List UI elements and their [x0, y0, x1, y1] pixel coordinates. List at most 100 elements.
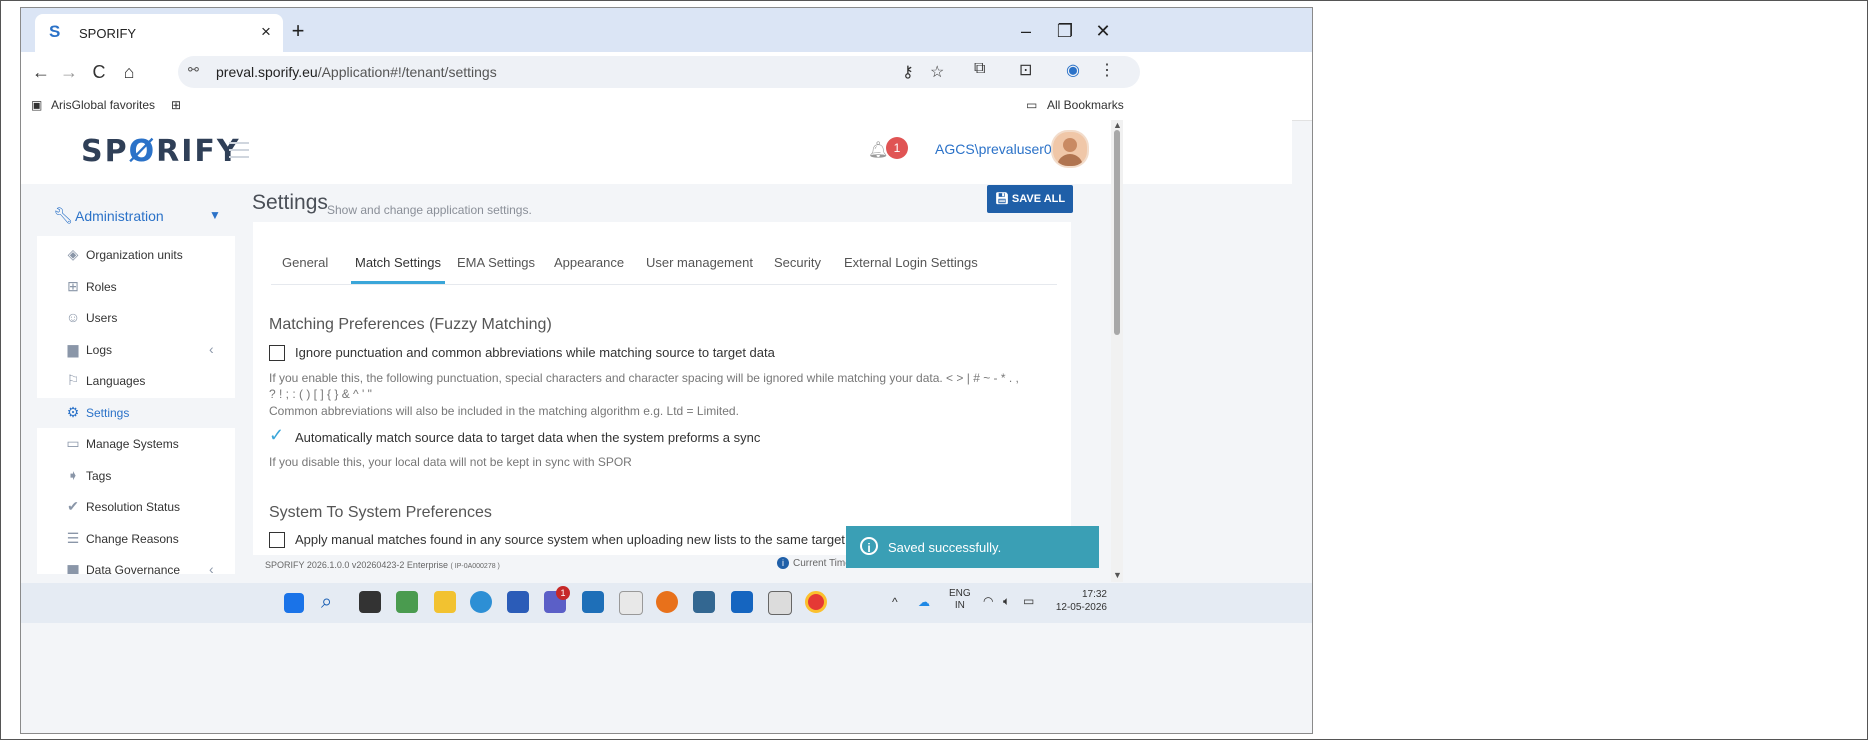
sidebar-section-label: Administration	[75, 208, 164, 224]
toast-notification[interactable]: i Saved successfully.	[846, 526, 1099, 568]
tab-security[interactable]: Security	[774, 242, 821, 284]
sidebar-item-logs[interactable]: ▆ Logs ‹	[37, 335, 235, 365]
settings-card: General Match Settings EMA Settings Appe…	[253, 222, 1071, 555]
onedrive-icon[interactable]: ☁	[918, 595, 930, 609]
app-orange-icon[interactable]	[656, 591, 678, 613]
scrollbar-thumb[interactable]	[1114, 130, 1120, 335]
auto-match-label: Automatically match source data to targe…	[295, 430, 761, 445]
tab-user-management[interactable]: User management	[646, 242, 753, 284]
sidebar-item-change-reasons[interactable]: ☰ Change Reasons	[37, 524, 235, 554]
extensions-icon[interactable]: ⧉	[974, 60, 985, 78]
ignore-punctuation-option[interactable]: Ignore punctuation and common abbreviati…	[269, 343, 969, 365]
hamburger-menu-icon[interactable]	[229, 142, 249, 163]
chevron-left-icon[interactable]: ‹	[209, 561, 214, 574]
check-icon: ✔	[67, 498, 79, 514]
auto-match-option[interactable]: ✓ Automatically match source data to tar…	[269, 425, 969, 450]
sidebar-item-users[interactable]: ☺ Users	[37, 303, 235, 333]
sidebar-item-data-governance[interactable]: ▆ Data Governance ‹	[37, 555, 235, 574]
apply-manual-matches-checkbox[interactable]	[269, 532, 285, 548]
close-tab-icon[interactable]: ×	[255, 21, 277, 43]
search-icon[interactable]: ⌕	[321, 591, 343, 613]
sidebar-item-organization-units[interactable]: ◈ Organization units	[37, 240, 235, 270]
back-button[interactable]: ←	[27, 58, 55, 86]
tab-general[interactable]: General	[282, 242, 328, 284]
password-key-icon[interactable]: ⚷	[902, 62, 914, 82]
system-preferences-title: System To System Preferences	[269, 504, 492, 521]
chevron-left-icon[interactable]: ‹	[209, 341, 214, 357]
chevron-down-icon: ▼	[209, 208, 221, 222]
remote-desktop-icon[interactable]	[582, 591, 604, 613]
bookmark-star-icon[interactable]: ☆	[930, 62, 944, 82]
tab-appearance[interactable]: Appearance	[554, 242, 624, 284]
reading-list-icon[interactable]: ⊡	[1019, 60, 1032, 80]
site-info-icon[interactable]: ⚯	[188, 62, 199, 78]
user-name[interactable]: AGCS\prevaluser01	[935, 141, 1060, 157]
save-all-button[interactable]: 💾︎ SAVE ALL	[987, 185, 1073, 213]
sidebar-administration[interactable]: 🔧︎ Administration ▼	[37, 196, 235, 236]
teams-chat-icon[interactable]	[396, 591, 418, 613]
tab-external-login-settings[interactable]: External Login Settings	[844, 242, 978, 284]
reload-button[interactable]: C	[85, 58, 113, 86]
app-blue-icon[interactable]	[731, 591, 753, 613]
postgres-icon[interactable]	[693, 591, 715, 613]
volume-icon[interactable]: 🔈︎	[1003, 594, 1010, 609]
layers-icon: ◈	[67, 246, 79, 262]
url-text[interactable]: preval.sporify.eu/Application#!/tenant/s…	[216, 64, 497, 80]
apps-grid-icon[interactable]: ⊞	[171, 98, 181, 112]
home-button[interactable]: ⌂	[115, 58, 143, 86]
browser-window: S SPORIFY × + – ❐ ✕ ← → C ⌂ ⚯ preval.spo…	[20, 7, 1313, 734]
profile-icon[interactable]: ◉	[1066, 60, 1080, 80]
sidebar-item-manage-systems[interactable]: ▭ Manage Systems	[37, 429, 235, 459]
clock[interactable]: 17:32 12-05-2026	[1051, 588, 1107, 614]
sidebar-item-tags[interactable]: ➧ Tags	[37, 461, 235, 491]
bookmark-folder-icon: ▣	[31, 98, 43, 112]
notification-badge[interactable]: 1	[886, 137, 908, 159]
app-header: SPØRIFY 🔔︎ 1 AGCS\prevaluser01	[21, 120, 1292, 184]
checkmark-icon[interactable]: ✓	[269, 425, 284, 446]
sidebar-item-languages[interactable]: ⚐ Languages	[37, 366, 235, 396]
tab-ema-settings[interactable]: EMA Settings	[457, 242, 535, 284]
tab-strip: S SPORIFY × + – ❐ ✕	[21, 8, 1312, 52]
close-window-button[interactable]: ✕	[1083, 16, 1123, 46]
sporify-logo[interactable]: SPØRIFY	[81, 134, 241, 169]
task-view-icon[interactable]	[359, 591, 381, 613]
chrome-icon[interactable]	[805, 591, 827, 613]
start-windows-icon[interactable]	[284, 593, 304, 613]
scroll-down-arrow-icon[interactable]: ▼	[1113, 570, 1122, 580]
tab-match-settings[interactable]: Match Settings	[351, 242, 445, 284]
restore-button[interactable]: ❐	[1045, 16, 1085, 46]
page-subtitle: Show and change application settings.	[327, 203, 532, 217]
address-bar[interactable]: ⚯ preval.sporify.eu/Application#!/tenant…	[178, 56, 1140, 88]
windows-taskbar: ⌕ 1 ^ ☁ ENG IN ◠ 🔈︎ ▭ 17:32 12-05-2026	[21, 583, 1312, 623]
all-bookmarks[interactable]: All Bookmarks	[1047, 98, 1124, 112]
forward-button[interactable]: →	[55, 58, 83, 86]
file-explorer-icon[interactable]	[434, 591, 456, 613]
book-icon: ▆	[67, 340, 79, 357]
sidebar-item-resolution-status[interactable]: ✔ Resolution Status	[37, 492, 235, 522]
new-tab-button[interactable]: +	[285, 18, 311, 44]
sidebar-item-settings[interactable]: ⚙ Settings	[37, 397, 235, 428]
tab-title: SPORIFY	[79, 26, 137, 41]
app-gray-icon[interactable]	[768, 591, 792, 615]
roles-icon: ⊞	[67, 277, 79, 294]
edge-icon[interactable]	[470, 591, 492, 613]
sidebar-item-label: Tags	[86, 468, 112, 483]
sidebar-item-label: Settings	[86, 405, 130, 420]
all-bookmarks-folder-icon: ▭	[1026, 98, 1038, 112]
sidebar-item-roles[interactable]: ⊞ Roles	[37, 272, 235, 302]
menu-kebab-icon[interactable]: ⋮	[1099, 60, 1115, 80]
browser-tab[interactable]: S SPORIFY ×	[35, 14, 283, 52]
minimize-button[interactable]: –	[1006, 16, 1046, 46]
outlook-icon[interactable]	[507, 591, 529, 613]
avatar[interactable]	[1051, 130, 1089, 168]
bookmark-arisglobal[interactable]: ArisGlobal favorites	[51, 98, 155, 112]
app-window-icon[interactable]	[619, 591, 643, 615]
show-hidden-icons-icon[interactable]: ^	[892, 595, 898, 609]
ignore-punctuation-checkbox[interactable]	[269, 345, 285, 361]
version-footer: SPORIFY 2026.1.0.0 v20260423-2 Enterpris…	[265, 560, 500, 570]
scroll-up-arrow-icon[interactable]: ▲	[1113, 120, 1122, 130]
wifi-icon[interactable]: ◠	[983, 594, 993, 608]
language-indicator[interactable]: ENG IN	[949, 588, 971, 612]
page-scrollbar[interactable]: ▲ ▼	[1111, 120, 1123, 582]
battery-icon[interactable]: ▭	[1023, 594, 1034, 608]
